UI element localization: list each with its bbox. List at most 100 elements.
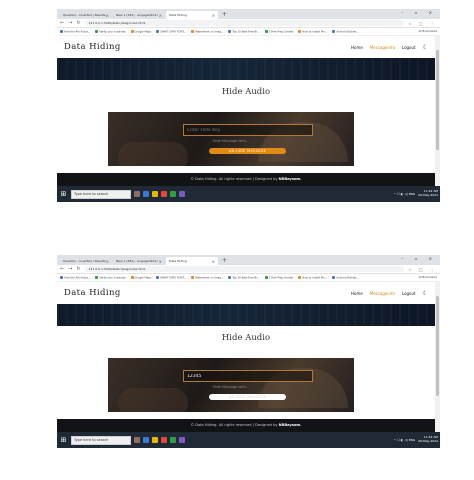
reload-icon[interactable]: ↻ xyxy=(76,266,80,272)
bookmark-item[interactable]: Verify your business xyxy=(95,275,126,279)
close-icon[interactable]: × xyxy=(212,13,215,18)
bookmark-icon xyxy=(95,275,99,279)
unhide-message-button[interactable]: UN-HIDE MESSAGE xyxy=(209,148,286,154)
taskbar-app-icon[interactable] xyxy=(152,437,158,443)
menu-home[interactable]: Home xyxy=(351,45,363,50)
footer-author[interactable]: NRBaysom. xyxy=(279,423,302,427)
tray-icons[interactable]: ^ ☐ ◐ ◁) ENG xyxy=(394,192,416,196)
bookmark-item[interactable]: How to Install Pro... xyxy=(298,275,327,279)
browser-tab[interactable]: New 1 (281) - engaged101c × xyxy=(113,257,165,265)
panel-background-shape xyxy=(118,142,188,166)
bookmark-item[interactable]: Top 10 Best Free Br... xyxy=(228,29,260,33)
unhide-message-button[interactable]: UN-HIDE MESSAGE xyxy=(209,394,286,400)
close-icon[interactable]: × xyxy=(159,259,162,264)
bookmark-item[interactable]: Top 10 Best Free Br... xyxy=(228,275,260,279)
back-icon[interactable]: ← xyxy=(60,20,64,26)
bookmark-item[interactable]: Watermark on Imag... xyxy=(191,275,223,279)
windows-start-icon[interactable]: ⊞ xyxy=(59,436,68,444)
taskbar-app-icon[interactable] xyxy=(134,437,140,443)
browser-tab-active[interactable]: Data Hiding × xyxy=(166,257,218,265)
menu-home[interactable]: Home xyxy=(351,291,363,296)
new-tab-icon[interactable]: + xyxy=(219,257,230,265)
taskbar-app-icon[interactable] xyxy=(170,437,176,443)
browser-actions[interactable]: ☆ ▢ ⋮ xyxy=(408,267,437,272)
taskbar-app-icon[interactable] xyxy=(161,437,167,443)
url-input[interactable]: 127.0.0.1:5000/static/steg/index.html xyxy=(84,20,405,26)
scrollbar[interactable] xyxy=(435,36,440,186)
bookmarks-bar: How the Pot Actua... Verify your busines… xyxy=(57,28,440,36)
forward-icon[interactable]: → xyxy=(68,266,72,272)
taskbar-app-icon[interactable] xyxy=(179,437,185,443)
bookmark-icon xyxy=(298,275,302,279)
close-icon[interactable]: × xyxy=(212,259,215,264)
scrollbar-thumb[interactable] xyxy=(436,296,439,396)
bookmark-item[interactable]: Android Builder... xyxy=(332,29,359,33)
all-bookmarks[interactable]: All Bookmarks xyxy=(418,30,437,33)
site-menu: Home Messageinfo Logout ☾ xyxy=(351,290,428,297)
bookmark-icon xyxy=(156,275,160,279)
bookmark-item[interactable]: How the Pot Actua... xyxy=(60,29,90,33)
window-controls[interactable]: – ▫ ✕ xyxy=(401,10,437,15)
close-icon[interactable]: × xyxy=(106,13,109,18)
taskbar-search-input[interactable]: Type here to search xyxy=(71,435,131,445)
moon-icon[interactable]: ☾ xyxy=(423,290,428,297)
bookmark-item[interactable]: ONHIT DATA FONT... xyxy=(156,275,186,279)
taskbar-app-icon[interactable] xyxy=(134,191,140,197)
footer-author[interactable]: NRBaysom. xyxy=(279,177,302,181)
hide-key-input[interactable] xyxy=(183,124,313,136)
site-footer: © Data Hiding. All rights reserved | Des… xyxy=(57,419,435,432)
back-icon[interactable]: ← xyxy=(60,266,64,272)
close-icon[interactable]: × xyxy=(159,13,162,18)
tray-icons[interactable]: ^ ☐ ◐ ◁) ENG xyxy=(394,438,416,442)
bookmark-item[interactable]: ONHIT DATA FONT... xyxy=(156,29,186,33)
system-tray: ^ ☐ ◐ ◁) ENG 11:42 AM 06-May-2024 xyxy=(394,436,438,443)
scrollbar-thumb[interactable] xyxy=(436,50,439,150)
bookmark-item[interactable]: Google Maps xyxy=(130,275,151,279)
browser-tab[interactable]: Question - Inserted / Results × xyxy=(60,257,112,265)
hide-key-input[interactable] xyxy=(183,370,313,382)
taskbar-app-icon[interactable] xyxy=(143,191,149,197)
site-brand[interactable]: Data Hiding xyxy=(64,288,121,298)
window-controls[interactable]: – ▫ ✕ xyxy=(401,256,437,261)
moon-icon[interactable]: ☾ xyxy=(423,44,428,51)
bookmark-item[interactable]: How to Install Pro... xyxy=(298,29,327,33)
all-bookmarks[interactable]: All Bookmarks xyxy=(418,276,437,279)
close-icon[interactable]: × xyxy=(106,259,109,264)
taskbar-app-icon[interactable] xyxy=(179,191,185,197)
menu-messageinfo[interactable]: Messageinfo xyxy=(370,45,395,50)
taskbar-app-icon[interactable] xyxy=(143,437,149,443)
reload-icon[interactable]: ↻ xyxy=(76,20,80,26)
bookmark-item[interactable]: Watermark on Imag... xyxy=(191,29,223,33)
taskbar-app-icon[interactable] xyxy=(161,191,167,197)
taskbar-clock[interactable]: 11:42 AM 06-May-2024 xyxy=(418,436,438,443)
menu-logout[interactable]: Logout xyxy=(402,291,416,296)
forward-icon[interactable]: → xyxy=(68,20,72,26)
bookmark-item[interactable]: Google Maps xyxy=(130,29,151,33)
browser-tab-active[interactable]: Data Hiding × xyxy=(166,11,218,19)
bookmark-item[interactable]: How the Pot Actua... xyxy=(60,275,90,279)
windows-taskbar: ⊞ Type here to search ^ ☐ ◐ ◁) ENG 11:42… xyxy=(57,432,440,448)
scrollbar[interactable] xyxy=(435,282,440,432)
browser-tab[interactable]: Question - Inserted / Results × xyxy=(60,11,112,19)
site-header: Data Hiding Home Messageinfo Logout ☾ xyxy=(57,36,435,58)
bookmark-item[interactable]: 5 Free Prep Grades xyxy=(264,29,293,33)
site-footer: © Data Hiding. All rights reserved | Des… xyxy=(57,173,435,186)
bookmark-item[interactable]: 5 Free Prep Grades xyxy=(264,275,293,279)
browser-tab[interactable]: New 1 (281) - engaged101c × xyxy=(113,11,165,19)
menu-logout[interactable]: Logout xyxy=(402,45,416,50)
taskbar-app-icon[interactable] xyxy=(170,191,176,197)
taskbar-clock[interactable]: 11:42 AM 06-May-2024 xyxy=(418,190,438,197)
bookmark-item[interactable]: Verify your business xyxy=(95,29,126,33)
bookmark-item[interactable]: Android Builder... xyxy=(332,275,359,279)
taskbar-app-icon[interactable] xyxy=(152,191,158,197)
site-brand[interactable]: Data Hiding xyxy=(64,42,121,52)
menu-messageinfo[interactable]: Messageinfo xyxy=(370,291,395,296)
bookmark-icon xyxy=(298,29,302,33)
url-input[interactable]: 127.0.0.1:5000/static/steg/index.html xyxy=(84,266,405,272)
new-tab-icon[interactable]: + xyxy=(219,11,230,19)
browser-actions[interactable]: ☆ ▢ ⋮ xyxy=(408,21,437,26)
taskbar-search-input[interactable]: Type here to search xyxy=(71,189,131,199)
browser-tabbar: Question - Inserted / Results × New 1 (28… xyxy=(57,9,440,19)
windows-start-icon[interactable]: ⊞ xyxy=(59,190,68,198)
web-page: Data Hiding Home Messageinfo Logout ☾ Hi… xyxy=(57,282,435,432)
